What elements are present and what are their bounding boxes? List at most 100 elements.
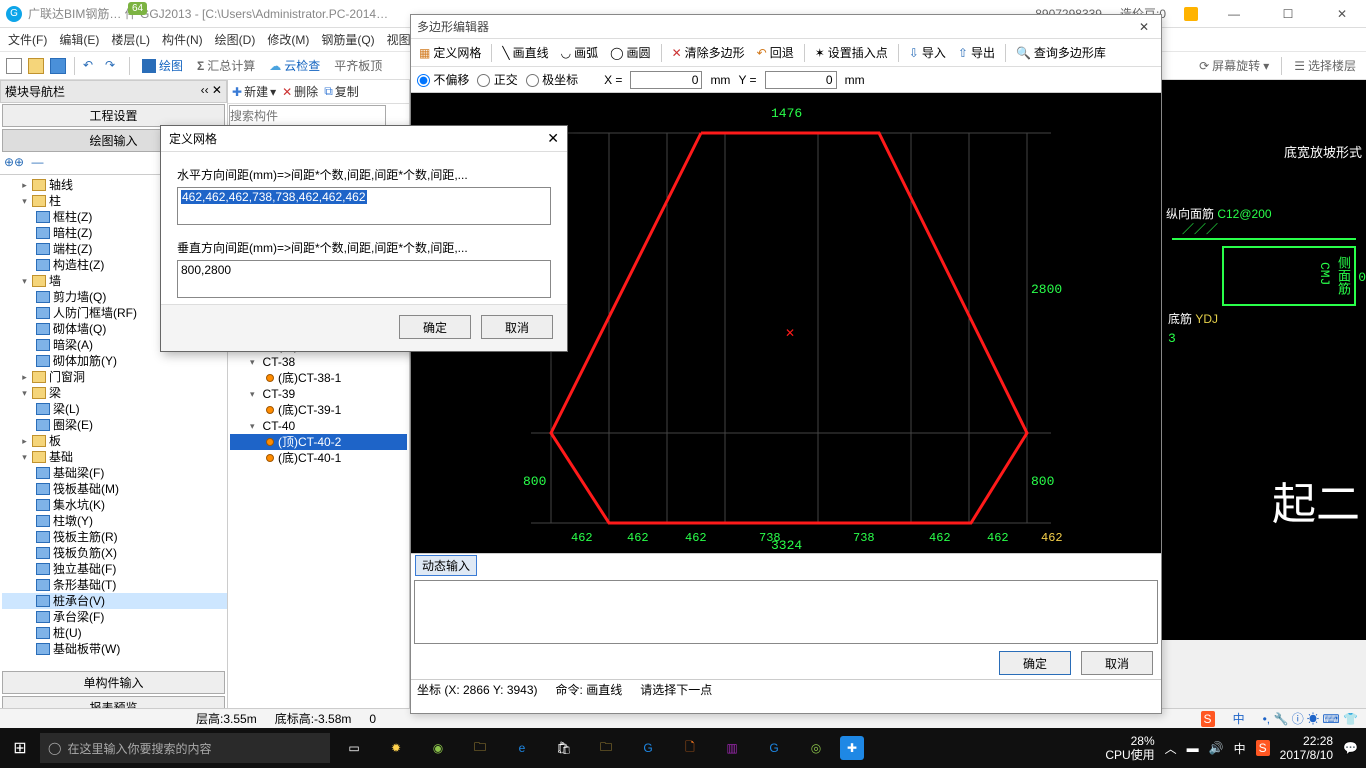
menu-file[interactable]: 文件(F) <box>8 31 47 48</box>
tray-extra-icons[interactable]: •, 🔧 ⓘ ☀ ⌨ 👕 <box>1263 710 1358 727</box>
export-button[interactable]: ⇧导出 <box>954 42 999 63</box>
delete-component-button[interactable]: ✕删除 <box>282 83 318 100</box>
circle-icon: ◯ <box>610 46 623 60</box>
action-center-icon[interactable]: 💬 <box>1343 741 1358 755</box>
nav-pin-icon[interactable]: ‹‹ ✕ <box>201 83 222 100</box>
menu-modify[interactable]: 修改(M) <box>267 31 309 48</box>
coin-icon[interactable] <box>1184 7 1198 21</box>
tray-chevron-up-icon[interactable]: ︿ <box>1165 740 1177 757</box>
dialog-close-icon[interactable]: ✕ <box>547 130 559 147</box>
component-search-input[interactable] <box>229 105 386 127</box>
redo-icon[interactable]: ↷ <box>105 58 121 74</box>
draw-circle-button[interactable]: ◯画圆 <box>606 42 654 63</box>
polygon-close-icon[interactable]: ✕ <box>1133 20 1155 34</box>
sum-calc-button[interactable]: Σ 汇总计算 <box>193 55 259 76</box>
section-preview-panel: 底宽放坡形式 纵向面筋 C12@200 ／／／ 侧面筋 CMJ 0 底筋 YDJ… <box>1162 80 1366 640</box>
polygon-ok-button[interactable]: 确定 <box>999 651 1071 675</box>
app-icon[interactable]: ▥ <box>714 728 750 768</box>
cloud-check-button[interactable]: ☁ 云检查 <box>265 55 324 76</box>
query-library-button[interactable]: 🔍查询多边形库 <box>1012 42 1110 63</box>
app-icon[interactable]: 🗋 <box>672 728 708 768</box>
svg-text:462: 462 <box>627 531 649 545</box>
select-floor-button[interactable]: ☰ 选择楼层 <box>1290 55 1360 76</box>
polygon-window-title[interactable]: 多边形编辑器 ✕ <box>411 15 1161 39</box>
app-icon[interactable]: ◎ <box>798 728 834 768</box>
list-item[interactable]: (底)CT-38-1 <box>230 370 407 386</box>
ime-icon[interactable]: 中 <box>1234 740 1246 757</box>
task-view-icon[interactable]: ▭ <box>336 728 372 768</box>
svg-text:800: 800 <box>1031 474 1054 489</box>
menu-component[interactable]: 构件(N) <box>162 31 203 48</box>
define-grid-button[interactable]: ▦定义网格 <box>415 42 485 63</box>
list-item[interactable]: ▾CT-40 <box>230 418 407 434</box>
fps-badge: 64 <box>128 2 147 15</box>
list-item[interactable]: (顶)CT-40-2 <box>230 434 407 450</box>
app-icon[interactable]: ◉ <box>420 728 456 768</box>
list-item[interactable]: ▾CT-38 <box>230 354 407 370</box>
tab-single-input[interactable]: 单构件输入 <box>2 671 225 694</box>
list-item[interactable]: ▾CT-39 <box>230 386 407 402</box>
dialog-cancel-button[interactable]: 取消 <box>481 315 553 339</box>
opt-ortho[interactable]: 正交 <box>477 71 517 88</box>
floor-height-label: 层高:3.55m <box>196 710 257 727</box>
screen-rotate-button[interactable]: ⟳ 屏幕旋转 ▾ <box>1195 55 1273 76</box>
save-file-icon[interactable] <box>50 58 66 74</box>
close-button[interactable]: ✕ <box>1324 4 1360 24</box>
taskbar-search[interactable]: ◯在这里输入你要搜索的内容 <box>40 733 330 763</box>
draw-button[interactable]: 绘图 <box>138 55 187 76</box>
list-item[interactable]: (底)CT-40-1 <box>230 450 407 466</box>
network-icon[interactable]: ▬ <box>1187 741 1199 755</box>
v-spacing-input[interactable]: 800,2800 <box>177 260 551 298</box>
sogou-ime-icon[interactable]: S <box>1201 711 1215 727</box>
y-input[interactable] <box>765 71 837 89</box>
clear-polygon-button[interactable]: ✕清除多边形 <box>668 42 749 63</box>
menu-rebar[interactable]: 钢筋量(Q) <box>321 31 374 48</box>
undo-icon[interactable]: ↶ <box>83 58 99 74</box>
big-text: 起二 <box>1162 468 1366 532</box>
collapse-all-icon[interactable]: — <box>31 155 43 169</box>
sogou-tray-icon[interactable]: S <box>1256 740 1270 756</box>
app-icon[interactable]: ✹ <box>378 728 414 768</box>
menu-edit[interactable]: 编辑(E) <box>59 31 99 48</box>
ime-lang[interactable]: 中 <box>1233 710 1245 727</box>
expand-all-icon[interactable]: ⊕⊕ <box>4 155 24 169</box>
dialog-ok-button[interactable]: 确定 <box>399 315 471 339</box>
tab-engineering-settings[interactable]: 工程设置 <box>2 104 225 127</box>
minimize-button[interactable]: — <box>1216 4 1252 24</box>
list-item[interactable]: (底)CT-39-1 <box>230 402 407 418</box>
volume-icon[interactable]: 🔊 <box>1209 741 1224 755</box>
opt-polar[interactable]: 极坐标 <box>526 71 578 88</box>
x-input[interactable] <box>630 71 702 89</box>
command-input-area[interactable] <box>414 580 1158 644</box>
clock[interactable]: 22:282017/8/10 <box>1280 734 1333 762</box>
app-icon[interactable]: G <box>756 728 792 768</box>
new-file-icon[interactable] <box>6 58 22 74</box>
dynamic-input-button[interactable]: 动态输入 <box>415 555 477 576</box>
menu-draw[interactable]: 绘图(D) <box>215 31 256 48</box>
draw-arc-button[interactable]: ◡画弧 <box>557 42 603 63</box>
cpu-meter[interactable]: 28%CPU使用 <box>1105 734 1154 762</box>
polygon-cancel-button[interactable]: 取消 <box>1081 651 1153 675</box>
copy-component-button[interactable]: ⧉复制 <box>324 83 359 100</box>
store-icon[interactable]: 🛍 <box>546 728 582 768</box>
start-button[interactable]: ⊞ <box>0 728 40 768</box>
import-button[interactable]: ⇩导入 <box>905 42 950 63</box>
y-label: Y = <box>738 73 756 87</box>
flat-board-button[interactable]: 平齐板顶 <box>330 55 386 76</box>
menu-floor[interactable]: 楼层(L) <box>111 31 150 48</box>
explorer-icon[interactable]: 🗀 <box>588 728 624 768</box>
h-spacing-input[interactable]: 462,462,462,738,738,462,462,462 <box>177 187 551 225</box>
draw-line-button[interactable]: ╲画直线 <box>498 42 552 63</box>
open-file-icon[interactable] <box>28 58 44 74</box>
app-icon[interactable]: G <box>630 728 666 768</box>
app-icon[interactable]: ✚ <box>840 736 864 760</box>
cortana-icon: ◯ <box>48 741 61 755</box>
opt-noshift[interactable]: 不偏移 <box>417 71 469 88</box>
maximize-button[interactable]: ☐ <box>1270 4 1306 24</box>
new-component-button[interactable]: ✚新建 ▾ <box>232 83 276 100</box>
folder-icon[interactable]: 🗀 <box>462 728 498 768</box>
undo-polygon-button[interactable]: ↶回退 <box>753 42 798 63</box>
edge-icon[interactable]: e <box>504 728 540 768</box>
dialog-title-bar[interactable]: 定义网格✕ <box>161 126 567 152</box>
set-insert-point-button[interactable]: ✶设置插入点 <box>811 42 892 63</box>
